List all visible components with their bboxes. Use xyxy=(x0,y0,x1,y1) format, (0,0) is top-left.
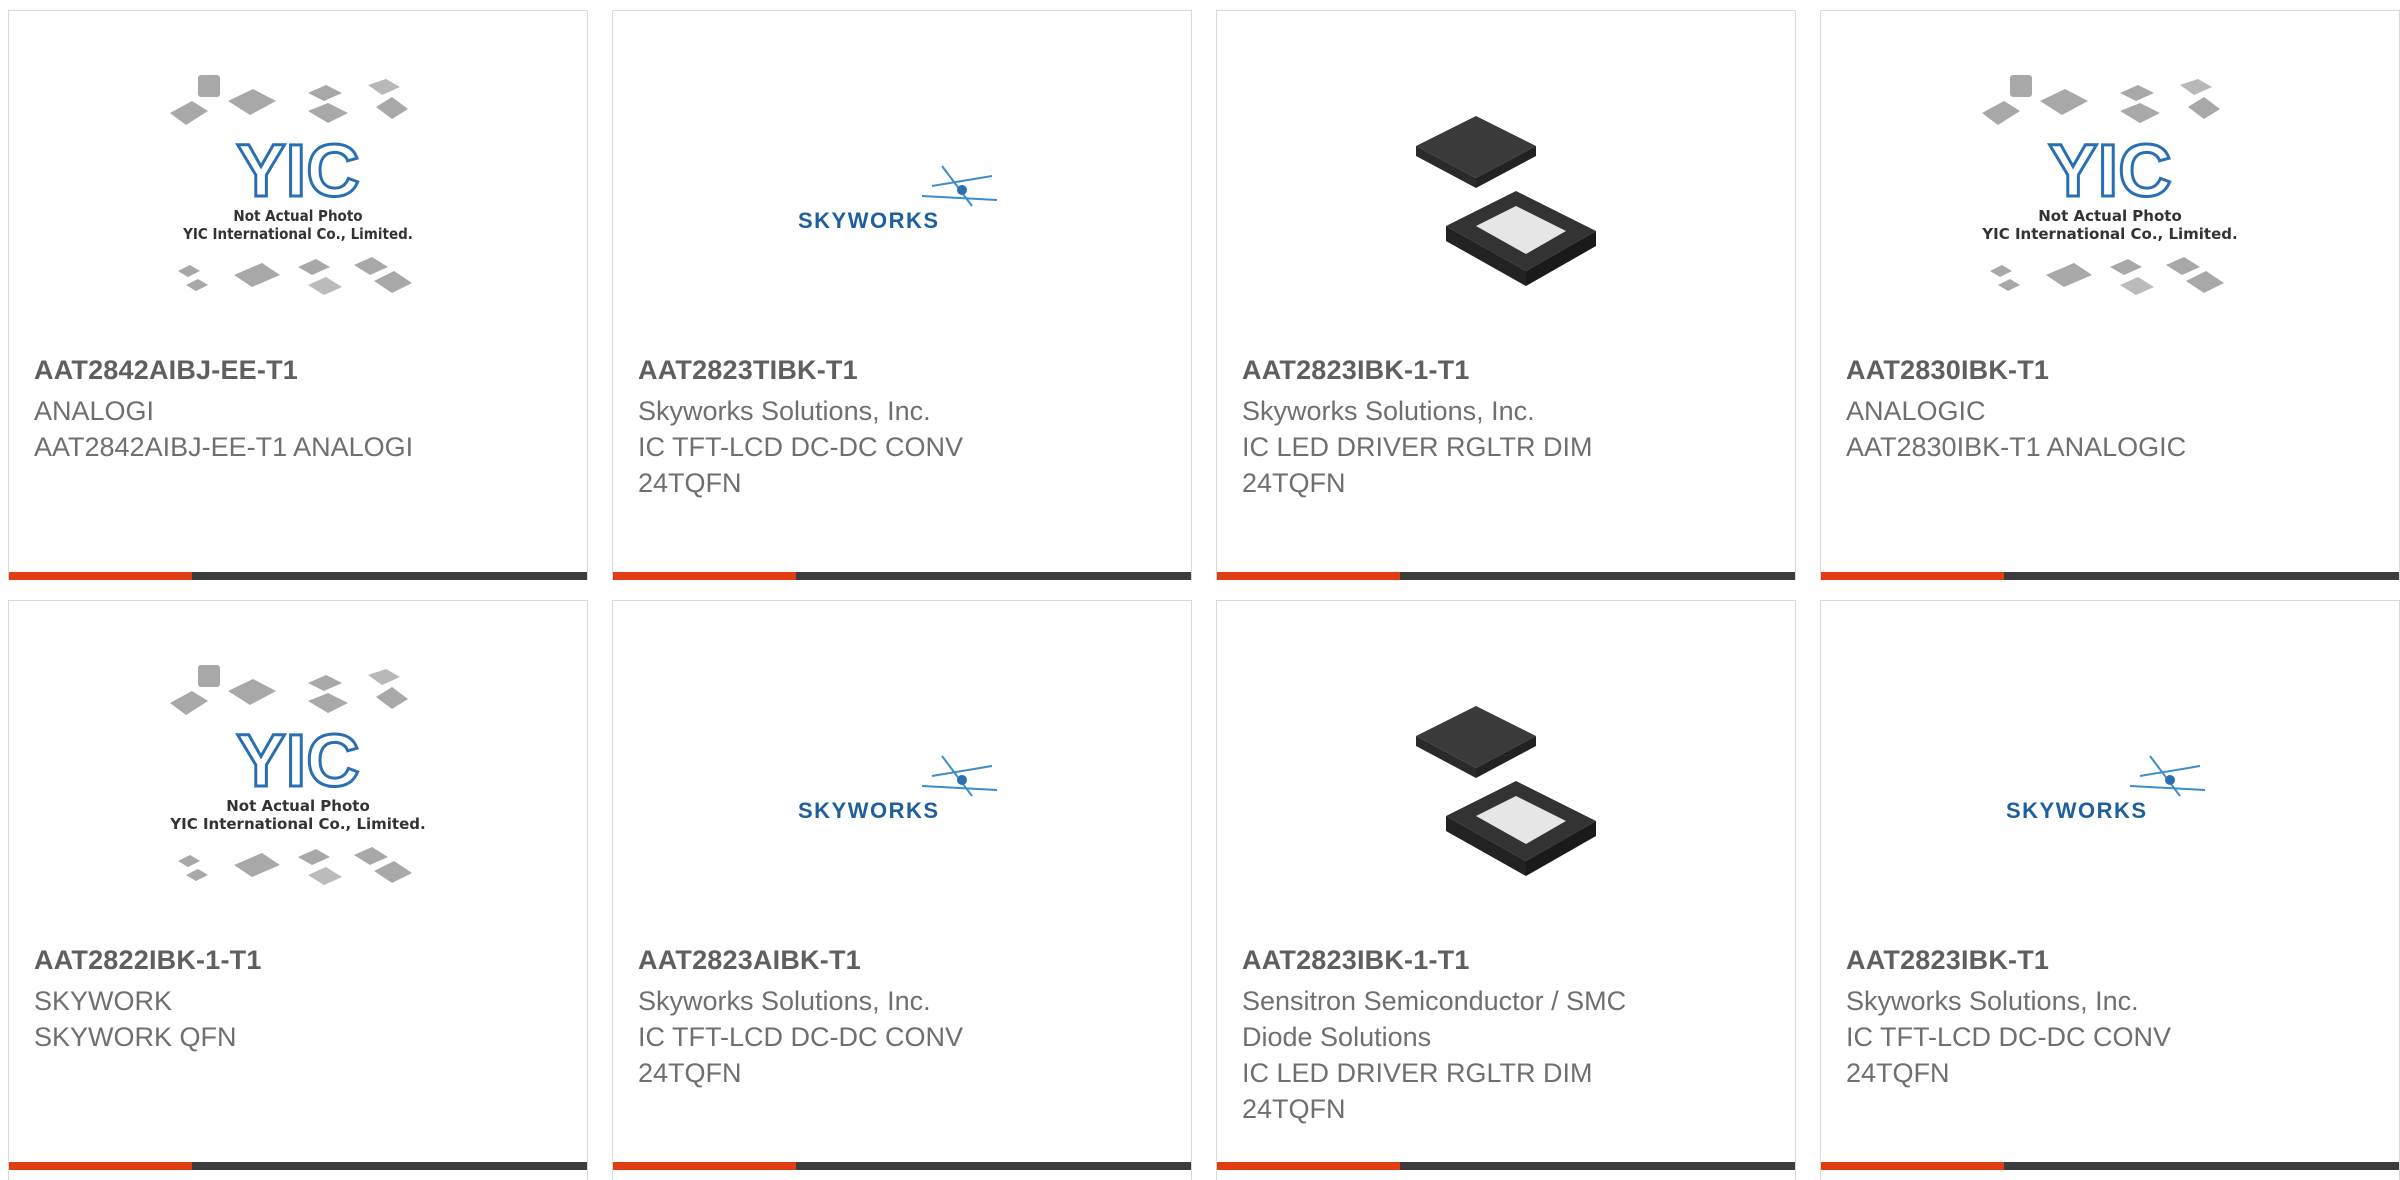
product-card[interactable]: AAT2823IBK-1-T1 Skyworks Solutions, Inc.… xyxy=(1216,10,1796,580)
product-part-number[interactable]: AAT2842AIBJ-EE-T1 xyxy=(34,355,298,386)
product-image[interactable]: YIC Not Actual Photo YIC International C… xyxy=(9,641,587,941)
product-manufacturer: Skyworks Solutions, Inc. xyxy=(638,396,931,426)
card-footer-bar xyxy=(9,1162,587,1170)
product-description: Skyworks Solutions, Inc. IC LED DRIVER R… xyxy=(1242,393,1593,501)
skyworks-logo-icon: SKYWORKS xyxy=(2006,755,2206,823)
product-image[interactable] xyxy=(1217,641,1795,941)
product-part-number[interactable]: AAT2823IBK-1-T1 xyxy=(1242,355,1470,386)
image-caption-line2: YIC International Co., Limited. xyxy=(1981,225,2237,243)
card-footer-bar xyxy=(613,572,1191,580)
product-card[interactable]: SKYWORKS AAT2823IBK-T1 Skyworks Solution… xyxy=(1820,600,2400,1180)
product-card[interactable]: SKYWORKS AAT2823AIBK-T1 Skyworks Solutio… xyxy=(612,600,1192,1180)
skyworks-logo-text: SKYWORKS xyxy=(798,208,940,233)
product-image[interactable]: SKYWORKS xyxy=(1821,641,2399,941)
card-footer-bar xyxy=(613,1162,1191,1170)
image-caption-line2: YIC International Co., Limited. xyxy=(182,225,413,243)
product-package: 24TQFN xyxy=(638,1058,742,1088)
product-image[interactable]: YIC Not Actual Photo YIC International C… xyxy=(1821,51,2399,351)
product-description: Sensitron Semiconductor / SMC Diode Solu… xyxy=(1242,983,1626,1127)
product-detail: AAT2830IBK-T1 ANALOGIC xyxy=(1846,432,2187,462)
qfn-chip-icon xyxy=(1416,706,1596,876)
card-footer-bar xyxy=(1217,1162,1795,1170)
product-card[interactable]: AAT2823IBK-1-T1 Sensitron Semiconductor … xyxy=(1216,600,1796,1180)
product-part-number[interactable]: AAT2823TIBK-T1 xyxy=(638,355,858,386)
product-description: Skyworks Solutions, Inc. IC TFT-LCD DC-D… xyxy=(638,983,963,1091)
product-description: Skyworks Solutions, Inc. IC TFT-LCD DC-D… xyxy=(638,393,963,501)
card-footer-bar xyxy=(1217,572,1795,580)
product-part-number[interactable]: AAT2823AIBK-T1 xyxy=(638,945,861,976)
product-description: Skyworks Solutions, Inc. IC TFT-LCD DC-D… xyxy=(1846,983,2171,1091)
yic-logo-text: YIC xyxy=(236,719,359,802)
card-footer-bar xyxy=(1821,1162,2399,1170)
image-caption-line1: Not Actual Photo xyxy=(233,207,362,225)
product-part-number[interactable]: AAT2823IBK-1-T1 xyxy=(1242,945,1470,976)
product-package: 24TQFN xyxy=(1846,1058,1950,1088)
product-image[interactable]: SKYWORKS xyxy=(613,51,1191,351)
product-manufacturer: Sensitron Semiconductor / SMC xyxy=(1242,986,1627,1016)
image-caption-line1: Not Actual Photo xyxy=(226,797,370,815)
product-part-number[interactable]: AAT2822IBK-1-T1 xyxy=(34,945,262,976)
product-description: ANALOGI AAT2842AIBJ-EE-T1 ANALOGI xyxy=(34,393,413,465)
product-package: 24TQFN xyxy=(1242,468,1346,498)
product-part-number[interactable]: AAT2823IBK-T1 xyxy=(1846,945,2049,976)
product-manufacturer: Skyworks Solutions, Inc. xyxy=(1846,986,2139,1016)
product-manufacturer: ANALOGIC xyxy=(1846,396,1986,426)
qfn-chip-icon xyxy=(1416,116,1596,286)
product-detail: IC TFT-LCD DC-DC CONV xyxy=(638,432,964,462)
product-detail: SKYWORK QFN xyxy=(34,1022,237,1052)
product-part-number[interactable]: AAT2830IBK-T1 xyxy=(1846,355,2049,386)
yic-logo-text: YIC xyxy=(2048,129,2171,212)
product-detail: AAT2842AIBJ-EE-T1 ANALOGI xyxy=(34,432,414,462)
skyworks-logo-icon: SKYWORKS xyxy=(798,755,998,823)
image-caption-line2: YIC International Co., Limited. xyxy=(169,815,425,833)
product-package: 24TQFN xyxy=(638,468,742,498)
product-description: ANALOGIC AAT2830IBK-T1 ANALOGIC xyxy=(1846,393,2186,465)
skyworks-logo-icon: SKYWORKS xyxy=(798,165,998,233)
product-image[interactable]: SKYWORKS xyxy=(613,641,1191,941)
card-footer-bar xyxy=(1821,572,2399,580)
product-card[interactable]: YIC Not Actual Photo YIC International C… xyxy=(8,10,588,580)
product-description: SKYWORK SKYWORK QFN xyxy=(34,983,237,1055)
product-manufacturer: ANALOGI xyxy=(34,396,155,426)
product-card[interactable]: YIC Not Actual Photo YIC International C… xyxy=(8,600,588,1180)
yic-logo-text: YIC xyxy=(236,129,359,212)
yic-placeholder-icon: YIC Not Actual Photo YIC International C… xyxy=(169,665,426,885)
product-image[interactable]: YIC Not Actual Photo YIC International C… xyxy=(9,51,587,351)
product-manufacturer: Skyworks Solutions, Inc. xyxy=(1242,396,1535,426)
product-detail: IC TFT-LCD DC-DC CONV xyxy=(1846,1022,2172,1052)
product-manufacturer: SKYWORK xyxy=(34,986,173,1016)
yic-placeholder-icon: YIC Not Actual Photo YIC International C… xyxy=(1981,75,2238,295)
image-caption-line1: Not Actual Photo xyxy=(2038,207,2182,225)
product-detail: IC LED DRIVER RGLTR DIM xyxy=(1242,1058,1593,1088)
product-detail: IC LED DRIVER RGLTR DIM xyxy=(1242,432,1593,462)
skyworks-logo-text: SKYWORKS xyxy=(2006,798,2148,823)
product-card[interactable]: YIC Not Actual Photo YIC International C… xyxy=(1820,10,2400,580)
product-card[interactable]: SKYWORKS AAT2823TIBK-T1 Skyworks Solutio… xyxy=(612,10,1192,580)
card-footer-bar xyxy=(9,572,587,580)
product-image[interactable] xyxy=(1217,51,1795,351)
product-manufacturer-cont: Diode Solutions xyxy=(1242,1022,1432,1052)
product-package: 24TQFN xyxy=(1242,1094,1346,1124)
product-detail: IC TFT-LCD DC-DC CONV xyxy=(638,1022,964,1052)
product-manufacturer: Skyworks Solutions, Inc. xyxy=(638,986,931,1016)
skyworks-logo-text: SKYWORKS xyxy=(798,798,940,823)
yic-placeholder-icon: YIC Not Actual Photo YIC International C… xyxy=(170,75,413,295)
